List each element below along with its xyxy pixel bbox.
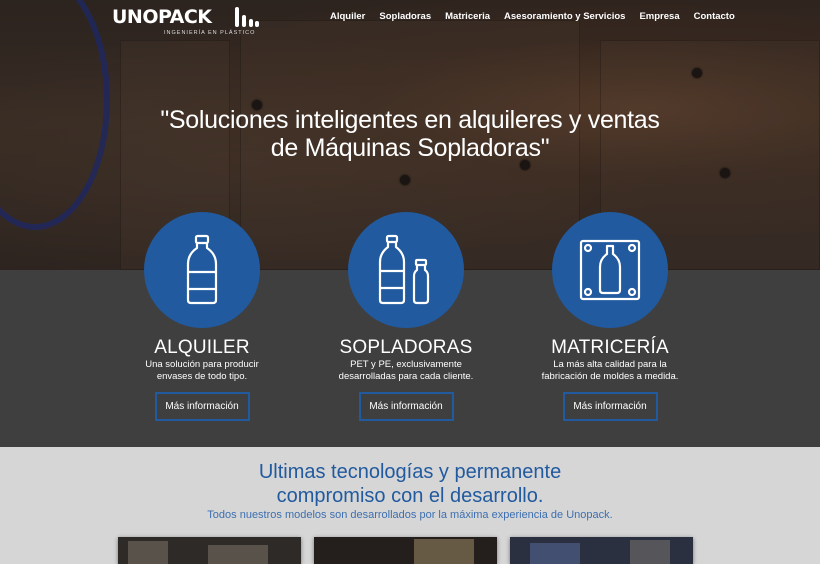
logo-wordmark: UNOPACK <box>112 6 212 28</box>
feature-sopladoras: SOPLADORAS PET y PE, exclusivamente desa… <box>321 212 491 421</box>
main-nav: Alquiler Sopladoras Matriceria Asesorami… <box>330 11 749 22</box>
hero-headline-line-1: "Soluciones inteligentes en alquileres y… <box>160 106 660 134</box>
logo-tagline: INGENIERÍA EN PLÁSTICO <box>164 30 256 36</box>
hero-headline: "Soluciones inteligentes en alquileres y… <box>110 106 710 162</box>
gallery-thumb-3[interactable] <box>510 537 693 564</box>
gallery-thumb-1[interactable] <box>118 537 301 564</box>
feature-sopladoras-title: SOPLADORAS <box>339 337 473 358</box>
feature-matriceria-title: MATRICERÍA <box>551 337 669 358</box>
bottles-icon <box>378 234 430 305</box>
gallery-thumb-2[interactable] <box>314 537 497 564</box>
feature-alquiler-title: ALQUILER <box>154 337 250 358</box>
section-title-line-2: compromiso con el desarrollo. <box>276 485 544 507</box>
nav-item-sopladoras[interactable]: Sopladoras <box>379 11 431 22</box>
feature-sopladoras-desc-2: desarrolladas para cada cliente. <box>338 370 474 382</box>
feature-alquiler: ALQUILER Una solución para producir enva… <box>117 212 287 421</box>
hero-headline-line-2: de Máquinas Sopladoras" <box>270 134 550 162</box>
feature-alquiler-more-button[interactable]: Más información <box>154 392 250 421</box>
unopack-logo[interactable]: UNOPACK INGENIERÍA EN PLÁSTICO <box>112 6 262 38</box>
nav-item-alquiler[interactable]: Alquiler <box>330 11 365 22</box>
feature-sopladoras-desc-1: PET y PE, exclusivamente <box>350 359 462 370</box>
section-title: Ultimas tecnologías y permanente comprom… <box>110 460 710 508</box>
section-subtitle: Todos nuestros modelos son desarrollados… <box>207 509 613 521</box>
feature-matriceria-more-button[interactable]: Más información <box>562 392 658 421</box>
feature-sopladoras-more-button[interactable]: Más información <box>358 392 454 421</box>
nav-item-empresa[interactable]: Empresa <box>639 11 679 22</box>
feature-sopladoras-circle[interactable] <box>348 212 464 328</box>
feature-matriceria-circle[interactable] <box>552 212 668 328</box>
nav-item-contacto[interactable]: Contacto <box>694 11 735 22</box>
logo-bars-icon <box>235 7 259 27</box>
feature-matriceria: MATRICERÍA La más alta calidad para la f… <box>525 212 695 421</box>
feature-alquiler-circle[interactable] <box>144 212 260 328</box>
nav-item-asesoramiento[interactable]: Asesoramiento y Servicios <box>504 11 625 22</box>
feature-matriceria-desc-1: La más alta calidad para la <box>553 359 667 370</box>
bottle-icon <box>186 234 218 305</box>
feature-alquiler-desc-2: envases de todo tipo. <box>156 370 248 382</box>
feature-alquiler-desc-1: Una solución para producir <box>145 359 259 370</box>
section-title-line-1: Ultimas tecnologías y permanente <box>258 461 562 483</box>
feature-matriceria-desc-2: fabricación de moldes a medida. <box>541 370 679 382</box>
nav-item-matriceria[interactable]: Matriceria <box>445 11 490 22</box>
mold-icon <box>579 239 641 301</box>
